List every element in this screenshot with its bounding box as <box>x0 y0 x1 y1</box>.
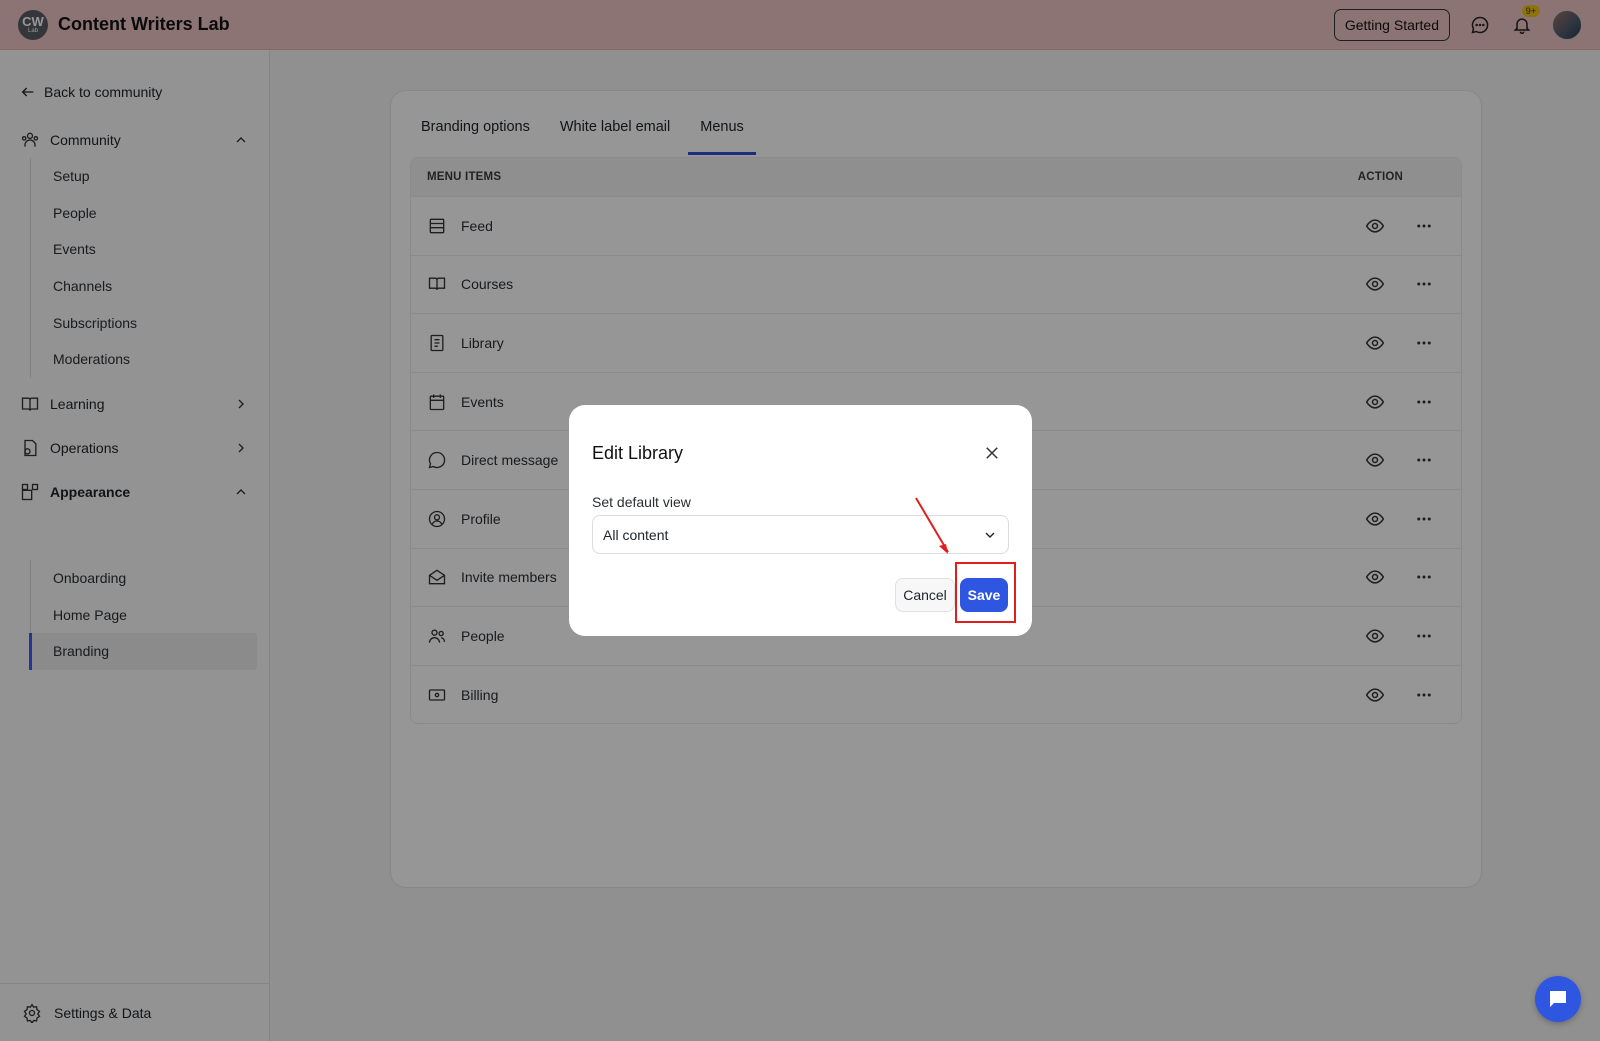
chat-bubble-icon <box>1550 991 1566 1007</box>
chat-launcher-button[interactable] <box>1535 976 1581 1022</box>
cancel-button[interactable]: Cancel <box>895 578 955 612</box>
chevron-down-icon <box>982 527 998 543</box>
modal-title: Edit Library <box>592 443 684 463</box>
save-highlight-box <box>955 562 1016 623</box>
annotation-arrow-icon <box>915 497 949 554</box>
select-value: All content <box>603 526 669 543</box>
close-icon[interactable] <box>982 443 1002 463</box>
default-view-label: Set default view <box>592 494 691 510</box>
